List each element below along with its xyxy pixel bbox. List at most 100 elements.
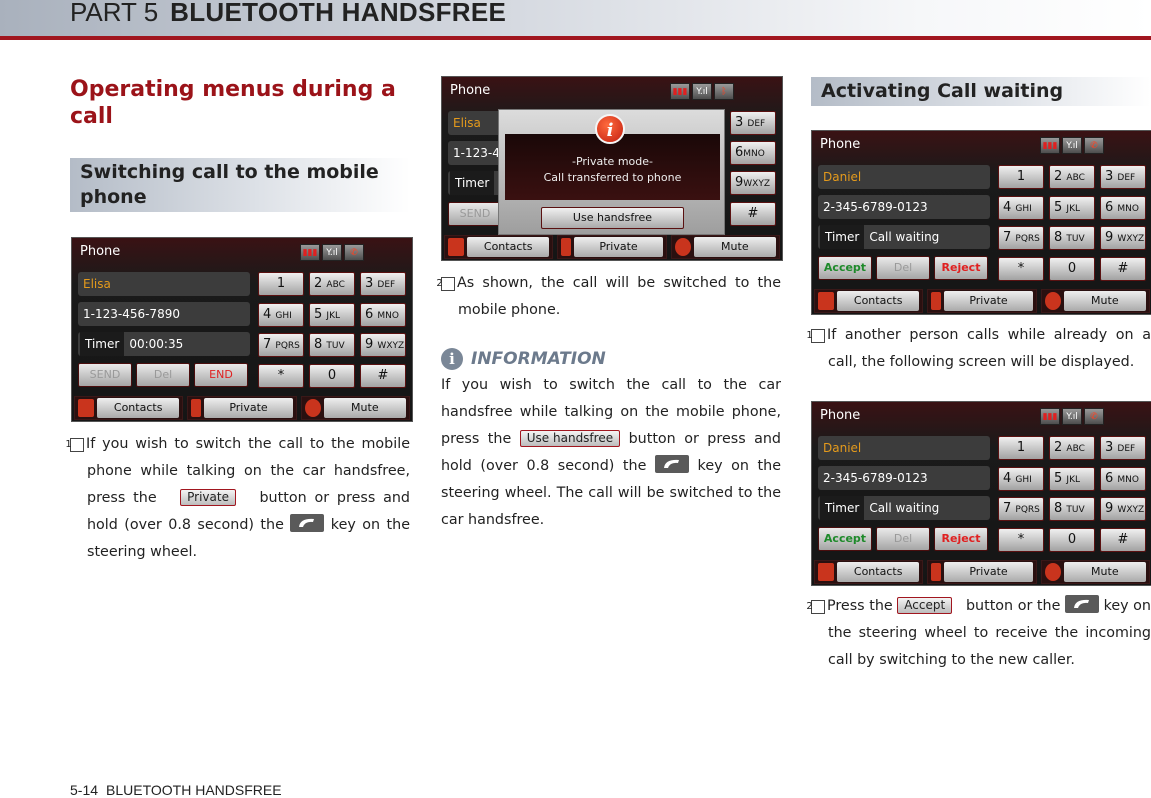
- screen-title: Phone: [450, 83, 491, 98]
- private-button[interactable]: Private: [557, 235, 667, 259]
- key-star[interactable]: *: [998, 256, 1044, 281]
- battery-icon: ▮▮▮: [1040, 137, 1060, 154]
- step-text: As shown, the call will be switched to t…: [457, 275, 781, 318]
- key-1[interactable]: 1: [258, 272, 304, 296]
- key-hash[interactable]: #: [1100, 256, 1146, 281]
- step-number: 2: [806, 600, 825, 614]
- key-8[interactable]: 8 TUV: [309, 333, 355, 357]
- send-button[interactable]: SEND: [448, 202, 502, 226]
- accept-button[interactable]: Accept: [818, 256, 872, 280]
- key-9[interactable]: 9WXYZ: [730, 171, 776, 195]
- use-handsfree-button-ref: Use handsfree: [519, 430, 621, 447]
- key-hash[interactable]: #: [360, 363, 406, 388]
- mute-button[interactable]: Mute: [1040, 289, 1150, 313]
- call-icon: ✆: [344, 244, 364, 261]
- bottom-bar: Contacts Private Mute: [814, 560, 1150, 584]
- call-icon: ✆: [1084, 408, 1104, 425]
- key-6[interactable]: 6 MNO: [1100, 466, 1146, 491]
- key-9[interactable]: 9 WXYZ: [360, 333, 406, 357]
- key-4[interactable]: 4 GHI: [998, 466, 1044, 491]
- private-button[interactable]: Private: [927, 560, 1037, 584]
- key-3[interactable]: 3 DEF: [1100, 436, 1146, 460]
- contacts-label: Contacts: [837, 291, 920, 311]
- key-hash[interactable]: #: [1100, 527, 1146, 552]
- key-1[interactable]: 1: [998, 436, 1044, 460]
- private-button[interactable]: Private: [187, 396, 297, 420]
- del-button[interactable]: Del: [876, 527, 930, 551]
- mobile-phone-icon: [931, 292, 942, 310]
- key-6[interactable]: 6 MNO: [360, 302, 406, 327]
- key-4[interactable]: 4 GHI: [998, 195, 1044, 220]
- phone-screen-during-call: Phone ▮▮▮ Y.ıl ✆ Elisa 1-123-456-7890 Ti…: [71, 237, 413, 422]
- del-button[interactable]: Del: [876, 256, 930, 280]
- key-8[interactable]: 8 TUV: [1049, 226, 1095, 250]
- del-button[interactable]: Del: [136, 363, 190, 387]
- key-7[interactable]: 7 PQRS: [998, 226, 1044, 250]
- key-2[interactable]: 2 ABC: [1049, 165, 1095, 189]
- timer-label: Timer: [450, 171, 495, 195]
- key-9[interactable]: 9 WXYZ: [1100, 226, 1146, 250]
- key-0[interactable]: 0: [1049, 256, 1095, 281]
- mute-button[interactable]: Mute: [670, 235, 780, 259]
- key-7[interactable]: 7 PQRS: [258, 333, 304, 357]
- use-handsfree-button[interactable]: Use handsfree: [541, 207, 684, 229]
- key-3[interactable]: 3 DEF: [360, 272, 406, 296]
- subsection-heading: Activating Call waiting: [811, 77, 1151, 106]
- key-0[interactable]: 0: [309, 363, 355, 388]
- key-0[interactable]: 0: [1049, 527, 1095, 552]
- key-1[interactable]: 1: [998, 165, 1044, 189]
- mobile-phone-icon: [561, 238, 572, 256]
- key-3[interactable]: 3 DEF: [1100, 165, 1146, 189]
- end-button[interactable]: END: [194, 363, 248, 387]
- battery-icon: ▮▮▮: [1040, 408, 1060, 425]
- private-label: Private: [944, 562, 1033, 582]
- mute-label: Mute: [323, 398, 406, 418]
- contacts-button[interactable]: Contacts: [74, 396, 184, 420]
- popup-line-2: Call transferred to phone: [543, 171, 682, 184]
- information-label: INFORMATION: [471, 349, 606, 369]
- screen-title: Phone: [820, 408, 861, 423]
- timer-label: Timer: [820, 225, 865, 249]
- key-9[interactable]: 9 WXYZ: [1100, 497, 1146, 521]
- key-4[interactable]: 4 GHI: [258, 302, 304, 327]
- key-5[interactable]: 5 JKL: [309, 302, 355, 327]
- contacts-button[interactable]: Contacts: [444, 235, 554, 259]
- timer-field: Timer Call waiting: [818, 225, 990, 249]
- reject-button[interactable]: Reject: [934, 527, 988, 551]
- private-button[interactable]: Private: [927, 289, 1037, 313]
- key-2[interactable]: 2 ABC: [1049, 436, 1095, 460]
- key-hash[interactable]: #: [730, 202, 776, 226]
- mute-button[interactable]: Mute: [1040, 560, 1150, 584]
- contacts-button[interactable]: Contacts: [814, 560, 924, 584]
- private-label: Private: [204, 398, 293, 418]
- page-footer: 5-14 BLUETOOTH HANDSFREE: [70, 782, 282, 798]
- send-button[interactable]: SEND: [78, 363, 132, 387]
- step-1-switch: 1 If you wish to switch the call to the m…: [65, 431, 410, 566]
- contacts-button[interactable]: Contacts: [814, 289, 924, 313]
- contacts-icon: [818, 292, 834, 310]
- key-5[interactable]: 5 JKL: [1049, 195, 1095, 220]
- contacts-label: Contacts: [97, 398, 180, 418]
- key-star[interactable]: *: [258, 363, 304, 388]
- status-icons: ▮▮▮ Y.ıl ✆: [300, 244, 364, 261]
- signal-icon: Y.ıl: [322, 244, 342, 261]
- right-column: Activating Call waiting: [811, 77, 1151, 106]
- caller-number: 1-123-456-7890: [78, 302, 250, 326]
- key-star[interactable]: *: [998, 527, 1044, 552]
- signal-icon: Y.ıl: [692, 83, 712, 100]
- private-label: Private: [574, 237, 663, 257]
- key-8[interactable]: 8 TUV: [1049, 497, 1095, 521]
- key-3[interactable]: 3 DEF: [730, 111, 776, 135]
- key-7[interactable]: 7 PQRS: [998, 497, 1044, 521]
- key-2[interactable]: 2 ABC: [309, 272, 355, 296]
- key-5[interactable]: 5 JKL: [1049, 466, 1095, 491]
- key-6[interactable]: 6 MNO: [1100, 195, 1146, 220]
- reject-button[interactable]: Reject: [934, 256, 988, 280]
- timer-field: Timer Call waiting: [818, 496, 990, 520]
- step-1-call-waiting: 1 If another person calls while already o…: [806, 322, 1151, 376]
- accept-button[interactable]: Accept: [818, 527, 872, 551]
- mute-button[interactable]: Mute: [300, 396, 410, 420]
- private-label: Private: [944, 291, 1033, 311]
- status-icons: ▮▮▮ Y.ıl ᛒ: [670, 83, 734, 100]
- key-6[interactable]: 6MNO: [730, 141, 776, 165]
